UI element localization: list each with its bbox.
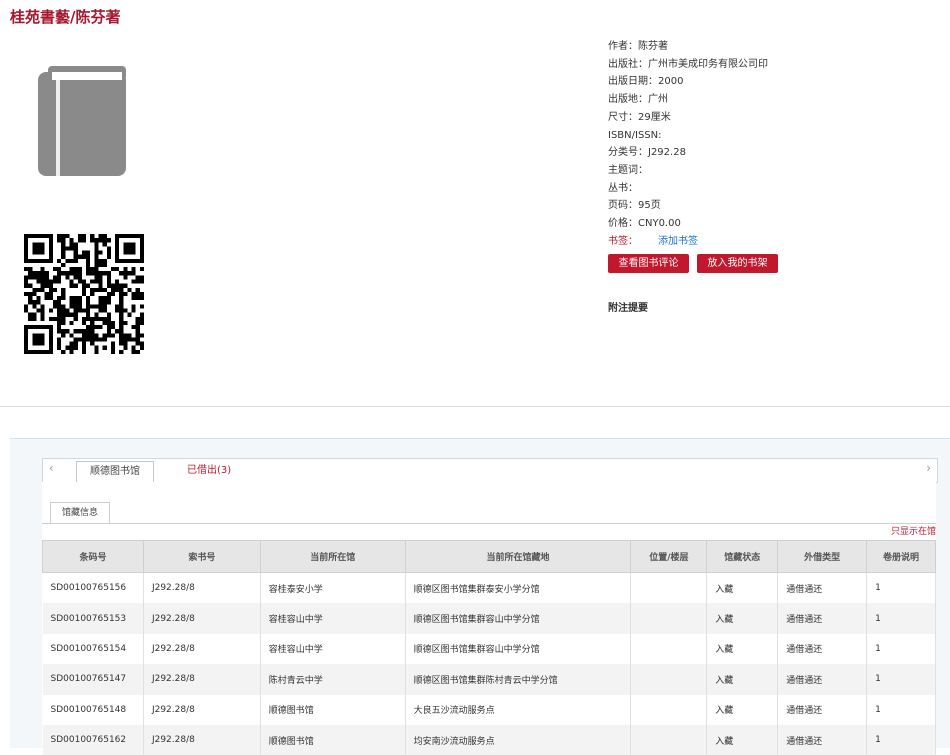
meta-row: 页码：95页 [608, 200, 661, 212]
column-header[interactable]: 条码号 [42, 540, 144, 573]
meta-row: 分类号：J292.28 [608, 147, 686, 159]
view-reviews-button[interactable]: 查看图书评论 [608, 254, 689, 273]
notes-heading: 附注提要 [608, 303, 648, 314]
meta-row: 主题词： [608, 164, 648, 176]
table-row: SD00100765147 J292.28/8 陈村青云中学 顺德区图书馆集群陈村青云… [42, 664, 936, 695]
meta-row: 尺寸：29厘米 [608, 111, 671, 123]
bookmark-row: 书签： 添加书签 [608, 233, 768, 251]
add-bookmark-link[interactable]: 添加书签 [658, 236, 698, 247]
section-divider [0, 406, 950, 407]
meta-row: 出版日期：2000 [608, 76, 684, 88]
bookmark-label: 书签： [608, 235, 638, 247]
meta-row: ISBN/ISSN: [608, 129, 662, 141]
table-header-row: 条码号 索书号 当前所在馆 当前所在馆藏地 位置/楼层 馆藏状态 外借类型 卷册… [42, 540, 936, 573]
column-header[interactable]: 馆藏状态 [706, 540, 779, 573]
holdings-table: 条码号 索书号 当前所在馆 当前所在馆藏地 位置/楼层 馆藏状态 外借类型 卷册… [42, 540, 936, 755]
chevron-right-icon[interactable]: › [926, 461, 931, 475]
holdings-panel: 馆藏信息 只显示在馆 条码号 索书号 当前所在馆 当前所在馆藏地 位置/楼层 馆… [42, 482, 936, 755]
page-title: 桂苑書藝/陈芬著 [10, 8, 121, 26]
library-tabbar: ‹ 顺德图书馆 已借出(3) › [42, 458, 938, 483]
tab-shunde-library[interactable]: 顺德图书馆 [76, 461, 154, 483]
column-header[interactable]: 索书号 [142, 540, 261, 573]
book-cover-icon [38, 66, 126, 176]
column-header[interactable]: 当前所在馆 [259, 540, 406, 573]
meta-row: 出版地：广州 [608, 94, 668, 106]
column-header[interactable]: 当前所在馆藏地 [404, 540, 632, 573]
meta-row: 作者：陈芬著 [608, 41, 668, 52]
table-row: SD00100765154 J292.28/8 容桂容山中学 顺德区图书馆集群容山中学… [42, 633, 936, 665]
subtab-underline [42, 523, 936, 524]
column-header[interactable]: 位置/楼层 [630, 540, 708, 573]
table-row: SD00100765156 J292.28/8 容桂泰安小学 顺德区图书馆集群泰安小学… [42, 572, 936, 604]
column-header[interactable]: 外借类型 [777, 540, 868, 573]
meta-row: 丛书： [608, 182, 638, 194]
meta-row: 出版社：广州市美成印务有限公司印 [608, 58, 768, 70]
column-header[interactable]: 卷册说明 [866, 540, 936, 573]
table-row: SD00100765162 J292.28/8 顺德图书馆 均安南沙流动服务点 入藏 通借… [42, 724, 936, 755]
meta-row: 价格：CNY0.00 [608, 218, 681, 230]
book-metadata: 作者：陈芬著 出版社：广州市美成印务有限公司印 出版日期：2000 出版地：广州… [608, 38, 768, 250]
table-row: SD00100765148 J292.28/8 顺德图书馆 大良五沙流动服务点 入藏 通借… [42, 694, 936, 725]
table-row: SD00100765153 J292.28/8 容桂容山中学 顺德区图书馆集群容山中学… [42, 603, 936, 634]
tab-holdings-info[interactable]: 馆藏信息 [50, 502, 110, 523]
add-to-shelf-button[interactable]: 放入我的书架 [697, 254, 778, 273]
chevron-left-icon[interactable]: ‹ [49, 461, 54, 475]
tab-checked-out[interactable]: 已借出(3) [187, 461, 231, 481]
qr-code-icon [24, 234, 144, 354]
only-show-available-link[interactable]: 只显示在馆 [891, 524, 936, 537]
